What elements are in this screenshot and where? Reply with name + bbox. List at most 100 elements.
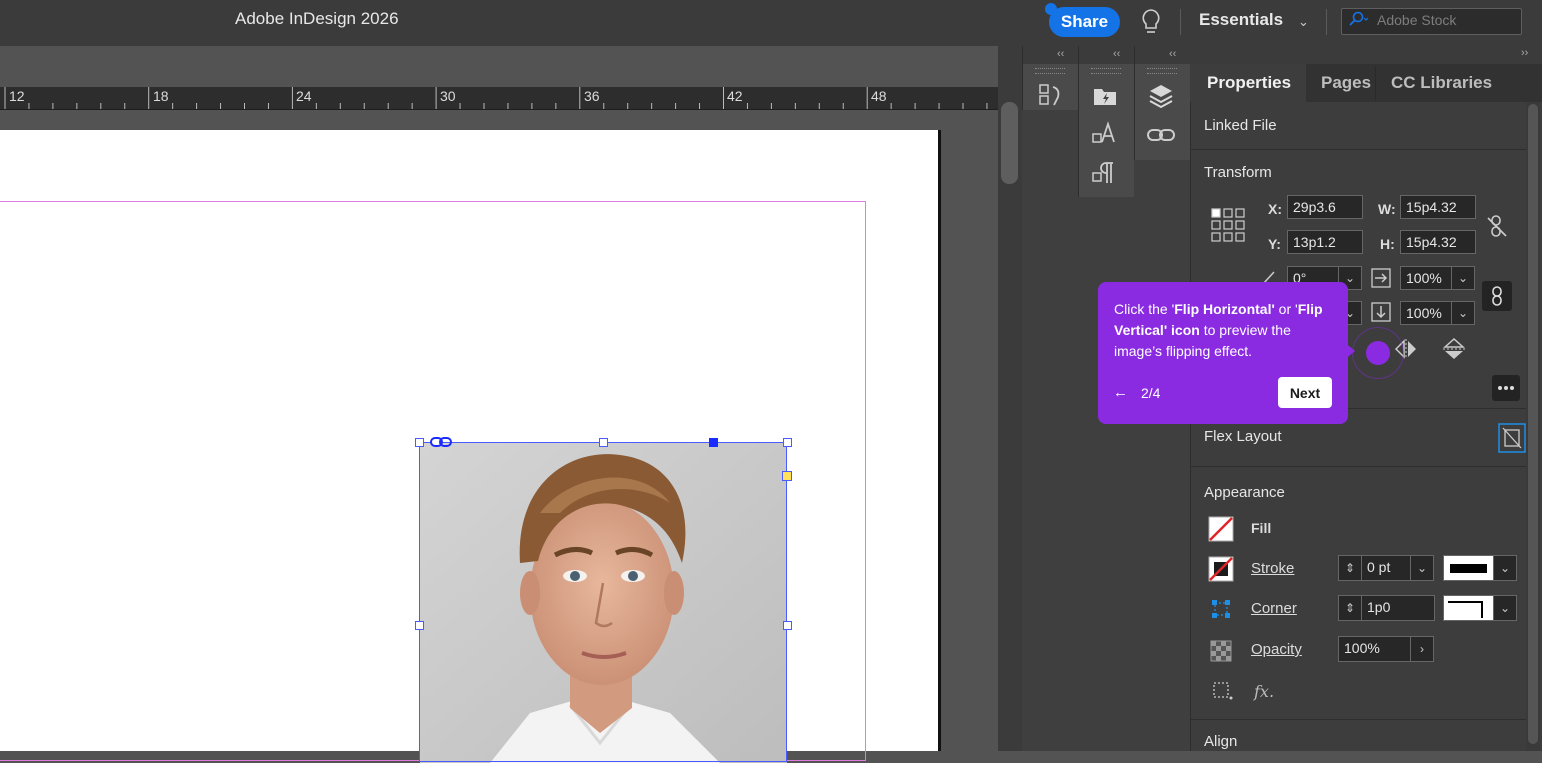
content-grabber-handle[interactable] (709, 438, 718, 447)
app-bar (0, 0, 1542, 47)
ruler-label: 36 (584, 88, 600, 104)
flip-vertical-icon[interactable] (1442, 336, 1466, 362)
ruler-label: 12 (9, 88, 25, 104)
h-label: H: (1380, 236, 1395, 252)
collapse-icon[interactable]: ‹‹ (1169, 48, 1176, 60)
link-icon[interactable] (430, 436, 452, 448)
live-corner-handle[interactable] (782, 471, 792, 481)
stroke-swatch-icon[interactable] (1208, 556, 1234, 582)
effects-fx-icon[interactable]: fx. (1254, 682, 1274, 701)
coachmark-back-arrow-icon[interactable]: ← (1113, 384, 1128, 401)
coachmark-text: Click the ' (1114, 301, 1175, 317)
coachmark-step-counter: 2/4 (1141, 385, 1161, 401)
panel-strip-header (1079, 46, 1135, 64)
w-label: W: (1378, 201, 1396, 217)
ruler-label: 18 (153, 88, 169, 104)
reference-point-icon[interactable] (1211, 208, 1249, 244)
expand-icon[interactable]: ›› (1521, 47, 1528, 59)
page-edge (938, 130, 941, 751)
flex-layout-icon[interactable] (1498, 423, 1526, 453)
corner-shape-preview (1448, 601, 1483, 618)
fill-none-swatch-icon[interactable] (1208, 516, 1234, 542)
text-wrap-icon[interactable] (1212, 681, 1234, 701)
panel-strip-body (1022, 110, 1078, 751)
tab-cc-libraries[interactable]: CC Libraries (1391, 73, 1492, 93)
h-field[interactable]: 15p4.32 (1400, 230, 1476, 254)
panel-scrollbar-thumb[interactable] (1528, 104, 1538, 744)
opacity-field[interactable]: 100% (1338, 636, 1411, 662)
resize-handle[interactable] (783, 621, 792, 630)
stroke-stepper[interactable]: ⇕ (1338, 555, 1362, 581)
panel-strip-header (1023, 46, 1079, 64)
tab-pages[interactable]: Pages (1321, 73, 1371, 93)
coachmark-message: Click the 'Flip Horizontal' or 'Flip Ver… (1114, 299, 1336, 362)
corner-shape-swatch[interactable] (1443, 595, 1494, 621)
coachmark-next-button[interactable]: Next (1278, 377, 1332, 408)
stroke-weight-dropdown[interactable]: ⌄ (1410, 555, 1434, 581)
w-field[interactable]: 15p4.32 (1400, 195, 1476, 219)
transform-title: Transform (1204, 164, 1272, 181)
cc-libraries-folder-icon[interactable] (1091, 82, 1119, 110)
divider (1190, 719, 1526, 720)
scale-x-field[interactable]: 100% (1400, 266, 1452, 290)
more-options-icon[interactable] (1492, 375, 1520, 401)
links-icon[interactable] (1147, 121, 1175, 149)
chevron-down-icon[interactable]: ⌄ (1298, 14, 1309, 30)
search-icon (1349, 11, 1369, 26)
panel-grip[interactable] (1035, 68, 1065, 74)
corner-shape-dropdown[interactable]: ⌄ (1493, 595, 1517, 621)
scale-y-field[interactable]: 100% (1400, 301, 1452, 325)
workspace-switcher[interactable]: Essentials (1199, 10, 1283, 30)
share-button[interactable]: Share (1049, 7, 1120, 37)
character-styles-icon[interactable] (1091, 120, 1119, 148)
scale-y-dropdown[interactable]: ⌄ (1451, 301, 1475, 325)
y-label: Y: (1268, 236, 1281, 252)
resize-handle[interactable] (599, 438, 608, 447)
opacity-arrow[interactable]: › (1410, 636, 1434, 662)
corner-options-icon[interactable] (1210, 598, 1232, 620)
paragraph-styles-icon[interactable] (1091, 159, 1119, 187)
resize-handle[interactable] (415, 621, 424, 630)
panel-header (1190, 46, 1542, 64)
stroke-weight-field[interactable]: 0 pt (1361, 555, 1411, 581)
linked-file-title: Linked File (1204, 117, 1277, 134)
panel-grip[interactable] (1147, 68, 1177, 74)
collapse-icon[interactable]: ‹‹ (1113, 48, 1120, 60)
ruler-label: 24 (296, 88, 312, 104)
corner-link[interactable]: Corner (1251, 600, 1297, 617)
panel-strip-body (1134, 160, 1190, 751)
ruler-label: 42 (727, 88, 743, 104)
scale-y-icon (1371, 302, 1391, 322)
y-field[interactable]: 13p1.2 (1287, 230, 1363, 254)
constrain-proportions-unlinked-icon[interactable] (1486, 214, 1508, 238)
coachmark-hotspot[interactable] (1366, 341, 1390, 365)
flex-layout-title: Flex Layout (1204, 428, 1282, 445)
stroke-type-dropdown[interactable]: ⌄ (1493, 555, 1517, 581)
image-frame-selection[interactable] (419, 442, 787, 762)
page-transitions-icon[interactable] (1036, 81, 1064, 109)
panel-grip[interactable] (1091, 68, 1121, 74)
scale-x-dropdown[interactable]: ⌄ (1451, 266, 1475, 290)
layers-icon[interactable] (1147, 82, 1175, 110)
corner-stepper[interactable]: ⇕ (1338, 595, 1362, 621)
separator (1326, 9, 1327, 35)
collapse-icon[interactable]: ‹‹ (1057, 48, 1064, 60)
panel-strip-body (1078, 197, 1134, 751)
stroke-type-swatch[interactable] (1443, 555, 1494, 581)
scrollbar-thumb[interactable] (1001, 102, 1018, 184)
x-field[interactable]: 29p3.6 (1287, 195, 1363, 219)
search-placeholder: Adobe Stock (1377, 12, 1457, 28)
tab-properties[interactable]: Properties (1207, 73, 1291, 93)
resize-handle[interactable] (783, 438, 792, 447)
stroke-link[interactable]: Stroke (1251, 560, 1294, 577)
ruler-ticks (4, 87, 988, 109)
scale-x-icon (1371, 268, 1391, 288)
horizontal-ruler[interactable]: 12 18 24 30 36 42 48 (0, 87, 998, 110)
opacity-link[interactable]: Opacity (1251, 641, 1302, 658)
panel-strip-header (1135, 46, 1191, 64)
lightbulb-icon[interactable] (1139, 8, 1163, 36)
constrain-scale-link-icon[interactable] (1482, 281, 1512, 311)
resize-handle[interactable] (415, 438, 424, 447)
corner-size-field[interactable]: 1p0 (1361, 595, 1435, 621)
tab-divider (1375, 66, 1376, 100)
